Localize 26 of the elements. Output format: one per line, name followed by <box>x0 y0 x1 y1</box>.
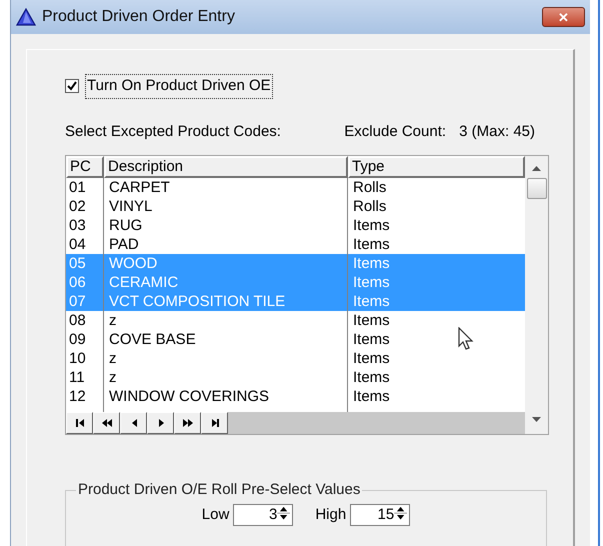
table-cell-text: Rolls <box>352 178 388 197</box>
column-header[interactable]: Type <box>348 156 525 178</box>
close-button[interactable]: ✕ <box>542 7 585 27</box>
table-cell-text: Items <box>352 273 391 292</box>
table-cell-text: Items <box>352 330 391 349</box>
column-header[interactable]: Description <box>104 156 348 178</box>
list-label: Select Excepted Product Codes: <box>65 122 282 142</box>
table-cell-text: Items <box>352 311 391 330</box>
table-cell-text: Items <box>352 216 391 235</box>
table-cell: WINDOW COVERINGS <box>104 387 348 406</box>
table-cell-text: Items <box>352 235 391 254</box>
exclude-count-value: 3 (Max: 45) <box>459 122 535 142</box>
spinner-label: High <box>315 504 346 524</box>
table-cell-text: Rolls <box>352 197 388 216</box>
window-title: Product Driven Order Entry <box>42 7 235 27</box>
table-cell-text: Items <box>352 254 391 273</box>
table-cell: 12 <box>66 387 104 406</box>
table-cell-text: Items <box>352 368 391 387</box>
spinner-label: Low <box>202 504 230 524</box>
table-cell-text: Items <box>352 387 391 406</box>
table-cell-text: Items <box>352 292 391 311</box>
checkbox-label: Turn On Product Driven OE <box>85 74 273 98</box>
group-title: Product Driven O/E Roll Pre-Select Values <box>77 480 362 500</box>
column-header[interactable]: PC <box>66 156 104 178</box>
table-cell-text: Items <box>352 349 391 368</box>
exclude-count-label: Exclude Count: <box>344 122 448 142</box>
